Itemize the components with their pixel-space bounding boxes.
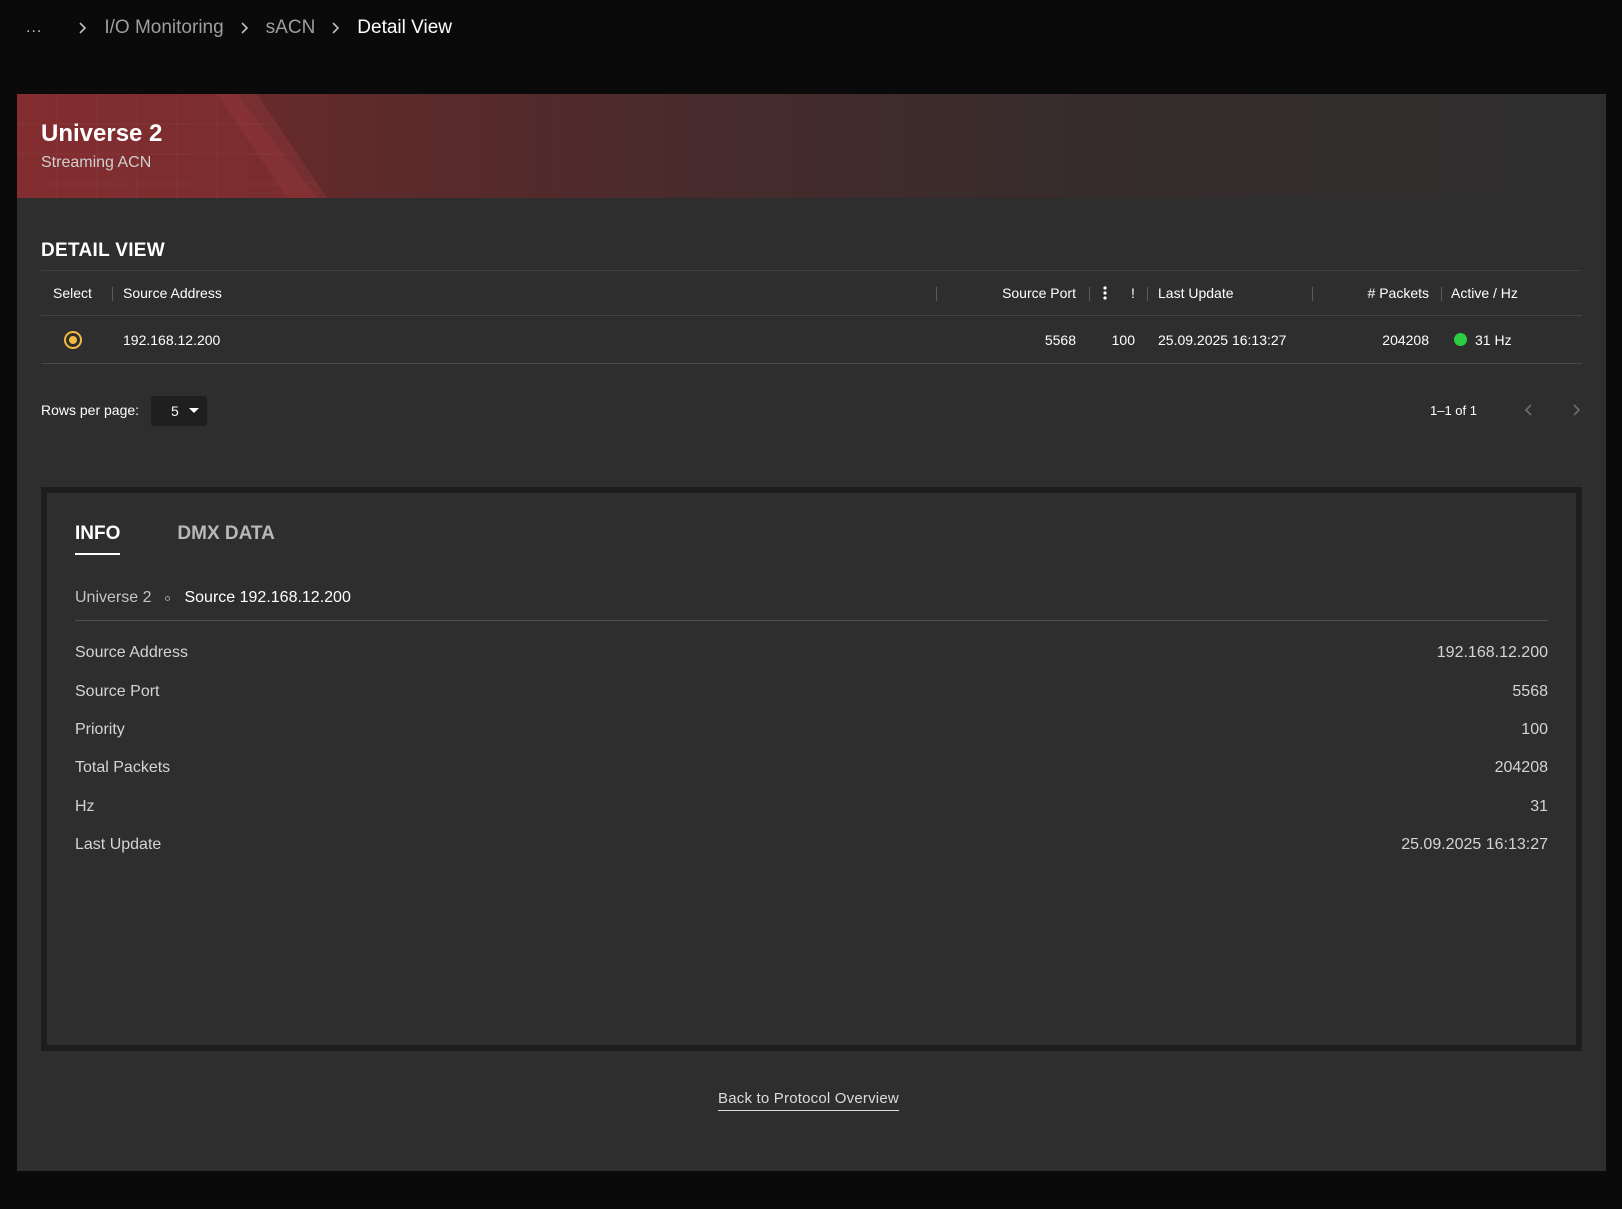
info-value: 31 — [1530, 797, 1548, 815]
bullet-separator-icon — [165, 595, 171, 601]
chevron-right-icon — [325, 17, 347, 39]
header-packets[interactable]: # Packets — [1368, 271, 1429, 315]
breadcrumb-sacn[interactable]: sACN — [266, 17, 316, 39]
column-separator[interactable] — [1312, 287, 1313, 301]
status-active-icon — [1454, 333, 1467, 346]
breadcrumb-io-monitoring[interactable]: I/O Monitoring — [104, 17, 223, 39]
cell-source-port: 5568 — [1044, 331, 1076, 348]
universe-title: Universe 2 — [41, 120, 163, 147]
list-item: Hz 31 — [75, 788, 1548, 826]
table-header: Select Source Address Source Port ! Last… — [41, 270, 1582, 316]
column-separator[interactable] — [1441, 287, 1442, 301]
next-page-button[interactable] — [1564, 398, 1588, 422]
header-select[interactable]: Select — [53, 271, 92, 315]
info-value: 5568 — [1512, 682, 1548, 700]
rows-per-page-select[interactable]: 5 — [151, 396, 207, 426]
banner-pattern — [17, 94, 327, 198]
header-source-port[interactable]: Source Port — [1002, 271, 1076, 315]
more-vert-icon[interactable] — [1103, 271, 1107, 315]
header-last-update[interactable]: Last Update — [1158, 271, 1234, 315]
pagination-range: 1–1 of 1 — [1430, 402, 1477, 418]
info-breadcrumb-source: Source 192.168.12.200 — [184, 589, 351, 606]
list-item: Last Update 25.09.2025 16:13:27 — [75, 826, 1548, 864]
cell-priority: 100 — [1111, 331, 1135, 348]
rows-per-page-value: 5 — [171, 403, 179, 419]
cell-hz-value: 31 Hz — [1475, 331, 1512, 348]
back-to-protocol-overview-link[interactable]: Back to Protocol Overview — [718, 1090, 899, 1111]
info-breadcrumb: Universe 2 Source 192.168.12.200 — [75, 588, 351, 608]
breadcrumb: ... I/O Monitoring sACN Detail View — [26, 14, 452, 42]
info-label: Source Address — [75, 644, 188, 662]
universe-banner: Universe 2 Streaming ACN — [17, 94, 1606, 198]
cell-packets: 204208 — [1382, 331, 1429, 348]
previous-page-button[interactable] — [1517, 398, 1541, 422]
info-list: Source Address 192.168.12.200 Source Por… — [75, 634, 1548, 864]
list-item: Source Address 192.168.12.200 — [75, 634, 1548, 672]
row-select-radio[interactable] — [64, 316, 82, 363]
column-separator[interactable] — [1089, 287, 1090, 301]
info-tabs: INFO DMX DATA — [75, 523, 332, 555]
chevron-right-icon — [1573, 404, 1581, 416]
cell-source-address: 192.168.12.200 — [123, 331, 221, 348]
list-item: Priority 100 — [75, 711, 1548, 749]
info-value: 100 — [1521, 720, 1548, 738]
rows-per-page-label: Rows per page: — [41, 402, 140, 418]
tab-info[interactable]: INFO — [75, 523, 121, 555]
header-priority[interactable]: ! — [1131, 271, 1135, 315]
info-breadcrumb-universe: Universe 2 — [75, 589, 152, 606]
chevron-right-icon — [234, 17, 256, 39]
info-label: Source Port — [75, 682, 160, 700]
info-card: INFO DMX DATA Universe 2 Source 192.168.… — [41, 487, 1582, 1051]
info-value: 204208 — [1494, 759, 1548, 777]
breadcrumb-current: Detail View — [357, 17, 452, 38]
tab-dmx-data[interactable]: DMX DATA — [177, 523, 274, 553]
breadcrumb-more[interactable]: ... — [26, 19, 42, 37]
header-source-address[interactable]: Source Address — [123, 271, 222, 315]
radio-selected-icon[interactable] — [64, 330, 82, 349]
caret-down-icon — [189, 408, 199, 413]
info-value: 192.168.12.200 — [1436, 644, 1548, 662]
universe-subtitle: Streaming ACN — [41, 154, 152, 171]
detail-panel: Universe 2 Streaming ACN DETAIL VIEW Sel… — [17, 94, 1606, 1171]
chevron-left-icon — [1524, 404, 1532, 416]
divider — [75, 620, 1548, 621]
header-active-hz[interactable]: Active / Hz — [1451, 271, 1518, 315]
info-label: Hz — [75, 797, 95, 815]
info-label: Total Packets — [75, 759, 171, 777]
info-label: Priority — [75, 720, 125, 738]
column-separator[interactable] — [1147, 287, 1148, 301]
list-item: Source Port 5568 — [75, 672, 1548, 710]
list-item: Total Packets 204208 — [75, 749, 1548, 787]
section-title: DETAIL VIEW — [41, 240, 165, 261]
info-label: Last Update — [75, 836, 162, 854]
chevron-right-icon — [72, 17, 94, 39]
column-separator[interactable] — [112, 287, 113, 301]
cell-last-update: 25.09.2025 16:13:27 — [1158, 331, 1287, 348]
table-row[interactable]: 192.168.12.200 5568 100 25.09.2025 16:13… — [41, 316, 1582, 364]
sources-table: Select Source Address Source Port ! Last… — [41, 270, 1582, 364]
cell-active-hz: 31 Hz — [1454, 316, 1512, 363]
column-separator[interactable] — [936, 287, 937, 301]
info-card-body: INFO DMX DATA Universe 2 Source 192.168.… — [47, 493, 1576, 1045]
info-value: 25.09.2025 16:13:27 — [1401, 836, 1548, 854]
